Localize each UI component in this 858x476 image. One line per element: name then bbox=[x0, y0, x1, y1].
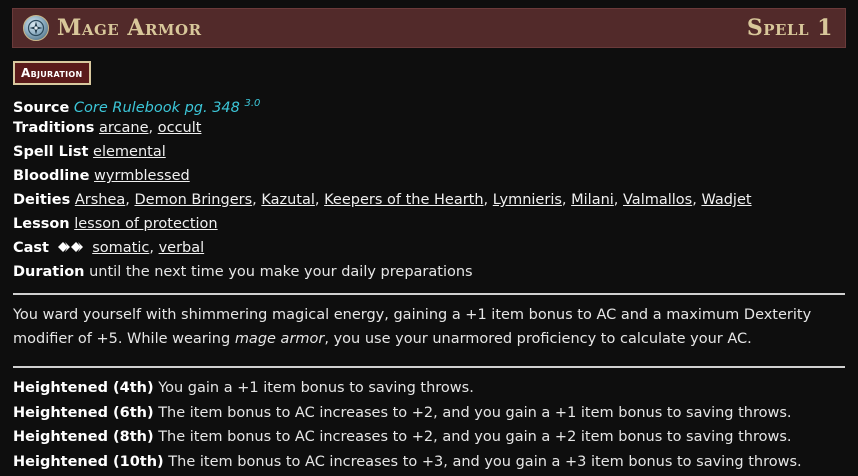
trait-abjuration[interactable]: Abjuration bbox=[13, 61, 91, 85]
deities-label: Deities bbox=[13, 192, 71, 208]
spell-list-label: Spell List bbox=[13, 144, 89, 160]
spell-rank: Spell 1 bbox=[746, 15, 833, 41]
duration-row: Duration until the next time you make yo… bbox=[13, 260, 752, 284]
deity-link-kazutal[interactable]: Kazutal bbox=[261, 192, 315, 208]
duration-value: until the next time you make your daily … bbox=[89, 264, 473, 280]
heightened-text: The item bonus to AC increases to +2, an… bbox=[158, 404, 792, 421]
heightened-text: The item bonus to AC increases to +3, an… bbox=[168, 453, 802, 470]
heightened-label: Heightened (6th) bbox=[13, 404, 154, 421]
spell-list-link[interactable]: elemental bbox=[93, 144, 166, 160]
cast-link-verbal[interactable]: verbal bbox=[159, 240, 205, 256]
lesson-label: Lesson bbox=[13, 216, 70, 232]
cast-row: Cast somatic, verbal bbox=[13, 236, 752, 260]
heightened-label: Heightened (4th) bbox=[13, 380, 154, 396]
deity-link-valmallos[interactable]: Valmallos bbox=[623, 192, 692, 208]
spell-list-row: Spell List elemental bbox=[13, 140, 752, 164]
section-divider bbox=[13, 366, 845, 368]
spell-title-bar: Mage Armor Spell 1 bbox=[12, 8, 846, 48]
source-version: 3.0 bbox=[244, 98, 261, 109]
traditions-label: Traditions bbox=[13, 120, 95, 136]
deity-link-demon-bringers[interactable]: Demon Bringers bbox=[134, 192, 252, 208]
deity-link-milani[interactable]: Milani bbox=[571, 192, 614, 208]
cast-link-somatic[interactable]: somatic bbox=[92, 240, 149, 256]
bloodline-label: Bloodline bbox=[13, 168, 90, 184]
deity-link-wadjet[interactable]: Wadjet bbox=[701, 192, 751, 208]
cast-label: Cast bbox=[13, 240, 49, 256]
heightened-entry: Heightened (8th) The item bonus to AC in… bbox=[13, 425, 802, 450]
two-actions-glyph bbox=[57, 242, 83, 252]
spell-page: Mage Armor Spell 1 Abjuration Source Cor… bbox=[0, 0, 858, 476]
bloodline-row: Bloodline wyrmblessed bbox=[13, 164, 752, 188]
heightened-entry: Heightened (4th) You gain a +1 item bonu… bbox=[13, 376, 802, 401]
spell-description: You ward yourself with shimmering magica… bbox=[13, 303, 843, 351]
deities-row: Deities Arshea, Demon Bringers, Kazutal,… bbox=[13, 192, 752, 208]
source-book-link[interactable]: Core Rulebook pg. 348 bbox=[74, 100, 240, 116]
heightened-entry: Heightened (10th) The item bonus to AC i… bbox=[13, 450, 802, 475]
heightened-list: Heightened (4th) You gain a +1 item bonu… bbox=[13, 376, 802, 474]
title-left: Mage Armor bbox=[13, 15, 202, 41]
tradition-emblem-icon bbox=[27, 19, 45, 37]
traditions-row: Traditions arcane, occult bbox=[13, 120, 202, 136]
heightened-text: You gain a +1 item bonus to saving throw… bbox=[158, 380, 474, 396]
heightened-text: The item bonus to AC increases to +2, an… bbox=[158, 429, 792, 445]
source-label: Source bbox=[13, 100, 70, 116]
description-line-2: modifier of +5. While wearing mage armor… bbox=[13, 327, 843, 351]
bloodline-link[interactable]: wyrmblessed bbox=[94, 168, 190, 184]
deity-link-lymnieris[interactable]: Lymnieris bbox=[493, 192, 562, 208]
deity-link-keepers-of-the-hearth[interactable]: Keepers of the Hearth bbox=[324, 192, 483, 208]
lesson-row: Lesson lesson of protection bbox=[13, 212, 752, 236]
deity-link-arshea[interactable]: Arshea bbox=[75, 192, 125, 208]
tradition-link-occult[interactable]: occult bbox=[158, 120, 202, 136]
section-divider bbox=[13, 293, 845, 295]
tradition-link-arcane[interactable]: arcane bbox=[99, 120, 149, 136]
two-actions-icon bbox=[57, 238, 85, 262]
spell-meta: Source Core Rulebook pg. 348 3.0 Traditi… bbox=[13, 92, 752, 284]
heightened-label: Heightened (8th) bbox=[13, 429, 154, 445]
description-line-2-end: , you use your unarmored proficiency to … bbox=[324, 331, 752, 347]
duration-label: Duration bbox=[13, 264, 85, 280]
description-spell-name: mage armor bbox=[234, 331, 325, 347]
heightened-entry: Heightened (6th) The item bonus to AC in… bbox=[13, 401, 802, 426]
heightened-label: Heightened (10th) bbox=[13, 453, 164, 470]
lesson-link[interactable]: lesson of protection bbox=[74, 216, 217, 232]
arcane-tradition-icon bbox=[23, 15, 49, 41]
description-line-1: You ward yourself with shimmering magica… bbox=[13, 307, 812, 323]
description-line-2-start: modifier of +5. While wearing bbox=[13, 331, 235, 347]
spell-name[interactable]: Mage Armor bbox=[57, 15, 202, 41]
source-row: Source Core Rulebook pg. 348 3.0 bbox=[13, 92, 752, 116]
